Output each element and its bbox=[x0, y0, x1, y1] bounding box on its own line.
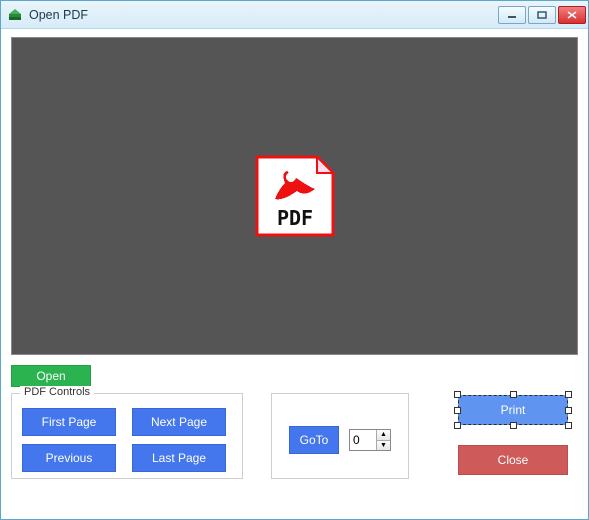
pdf-file-icon: PDF bbox=[247, 153, 343, 239]
resize-handle[interactable] bbox=[510, 391, 517, 398]
controls-row: PDF Controls First Page Next Page Previo… bbox=[11, 393, 578, 479]
svg-text:PDF: PDF bbox=[276, 206, 312, 230]
goto-button[interactable]: GoTo bbox=[289, 426, 339, 454]
resize-handle[interactable] bbox=[565, 422, 572, 429]
close-icon bbox=[567, 11, 577, 19]
lower-panel: Open PDF Controls First Page Next Page P… bbox=[11, 355, 578, 479]
spinner-up-button[interactable]: ▲ bbox=[377, 430, 390, 441]
maximize-icon bbox=[537, 11, 547, 19]
pdf-controls-label: PDF Controls bbox=[20, 386, 94, 398]
page-spinner: ▲ ▼ bbox=[349, 429, 391, 451]
last-page-button[interactable]: Last Page bbox=[132, 444, 226, 472]
open-button[interactable]: Open bbox=[11, 365, 91, 387]
resize-handle[interactable] bbox=[454, 422, 461, 429]
goto-group: GoTo ▲ ▼ bbox=[271, 393, 409, 479]
first-page-button[interactable]: First Page bbox=[22, 408, 116, 436]
page-number-input[interactable] bbox=[350, 430, 376, 450]
previous-button[interactable]: Previous bbox=[22, 444, 116, 472]
window-title: Open PDF bbox=[29, 8, 498, 22]
spinner-down-button[interactable]: ▼ bbox=[377, 441, 390, 451]
resize-handle[interactable] bbox=[565, 407, 572, 414]
window-controls bbox=[498, 6, 586, 24]
right-buttons: Print Close bbox=[458, 393, 578, 475]
resize-handle[interactable] bbox=[454, 391, 461, 398]
resize-handle[interactable] bbox=[454, 407, 461, 414]
next-page-button[interactable]: Next Page bbox=[132, 408, 226, 436]
resize-handle[interactable] bbox=[565, 391, 572, 398]
print-button-selected: Print bbox=[458, 395, 568, 425]
maximize-button[interactable] bbox=[528, 6, 556, 24]
app-icon bbox=[7, 7, 23, 23]
pdf-viewer[interactable]: PDF bbox=[11, 37, 578, 355]
client-area: PDF Open PDF Controls First Page Next Pa… bbox=[1, 29, 588, 519]
resize-handle[interactable] bbox=[510, 422, 517, 429]
print-button[interactable]: Print bbox=[458, 395, 568, 425]
close-button[interactable]: Close bbox=[458, 445, 568, 475]
window-close-button[interactable] bbox=[558, 6, 586, 24]
pdf-controls-group: PDF Controls First Page Next Page Previo… bbox=[11, 393, 243, 479]
minimize-icon bbox=[507, 11, 517, 19]
window-frame: Open PDF bbox=[0, 0, 589, 520]
minimize-button[interactable] bbox=[498, 6, 526, 24]
titlebar[interactable]: Open PDF bbox=[1, 1, 588, 29]
